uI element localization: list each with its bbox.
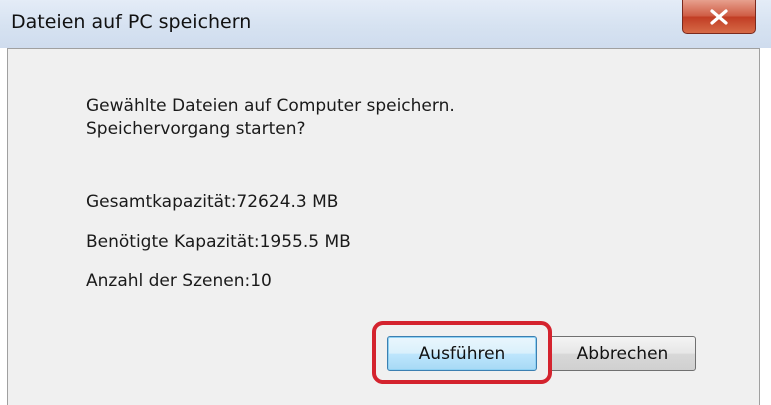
close-button[interactable] — [682, 0, 756, 34]
required-capacity-label: Benötigte Kapazität:1955.5 MB — [86, 232, 351, 252]
confirm-message-line2: Speichervorgang starten? — [86, 119, 306, 139]
close-x-icon — [710, 8, 728, 25]
execute-button[interactable]: Ausführen — [387, 336, 537, 371]
confirm-message-line1: Gewählte Dateien auf Computer speichern. — [86, 96, 455, 116]
total-capacity-label: Gesamtkapazität:72624.3 MB — [86, 192, 339, 212]
scene-count-label: Anzahl der Szenen:10 — [86, 271, 272, 291]
cancel-button[interactable]: Abbrechen — [549, 336, 696, 371]
window-title: Dateien auf PC speichern — [11, 11, 252, 33]
title-bar: Dateien auf PC speichern — [0, 0, 771, 48]
